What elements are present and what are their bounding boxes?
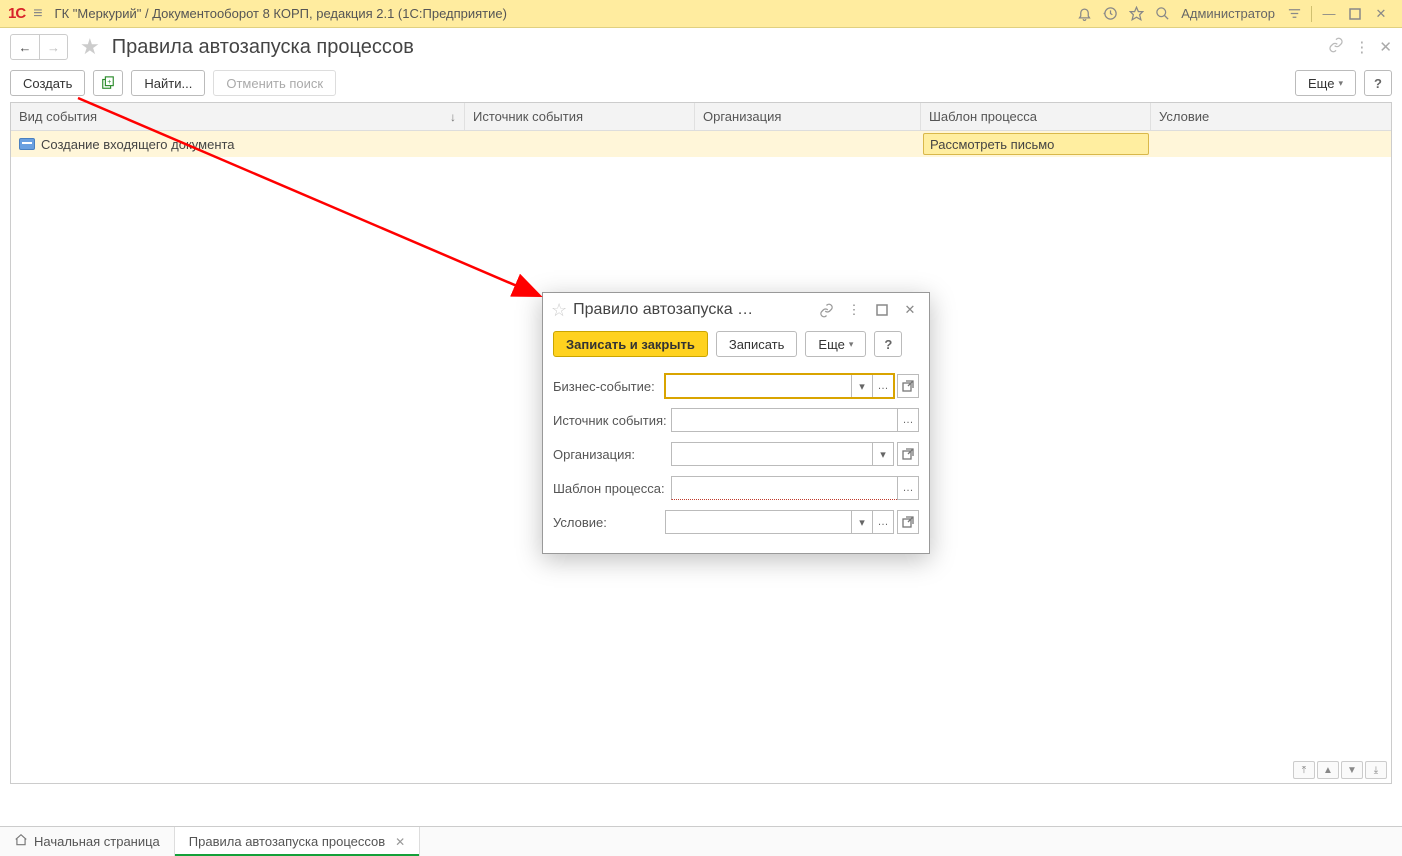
list-toolbar: Создать + Найти... Отменить поиск Еще ? xyxy=(0,64,1402,102)
dropdown-organization-icon[interactable]: ▾ xyxy=(872,442,894,466)
help-button[interactable]: ? xyxy=(1364,70,1392,96)
input-business-event[interactable] xyxy=(665,374,851,398)
page-title: Правила автозапуска процессов xyxy=(112,36,414,59)
col-condition[interactable]: Условие xyxy=(1151,103,1391,130)
nav-forward-button[interactable]: → xyxy=(39,35,67,59)
cell-process-template: Рассмотреть письмо xyxy=(921,131,1151,157)
col-process-template[interactable]: Шаблон процесса xyxy=(921,103,1151,130)
home-icon xyxy=(14,833,28,850)
window-title: ГК "Меркурий" / Документооборот 8 КОРП, … xyxy=(55,6,507,21)
cell-event-type: Создание входящего документа xyxy=(11,131,465,157)
settings-lines-icon[interactable] xyxy=(1283,3,1305,25)
page-header: ← → ★ Правила автозапуска процессов ⋮ ✕ xyxy=(10,34,1392,60)
tab-home[interactable]: Начальная страница xyxy=(0,827,175,856)
table-row[interactable]: Создание входящего документа Рассмотреть… xyxy=(11,131,1391,157)
rule-dialog: ☆ Правило автозапуска … ⋮ ✕ Записать и з… xyxy=(542,292,930,554)
input-condition[interactable] xyxy=(665,510,851,534)
maximize-icon[interactable] xyxy=(1344,3,1366,25)
scroll-up-icon[interactable]: ▲ xyxy=(1317,761,1339,779)
copy-create-button[interactable]: + xyxy=(93,70,123,96)
dialog-title: Правило автозапуска … xyxy=(573,301,753,319)
col-event-type[interactable]: Вид события xyxy=(11,103,465,130)
history-icon[interactable] xyxy=(1099,3,1121,25)
select-event-source-icon[interactable]: … xyxy=(897,408,919,432)
label-process-template: Шаблон процесса: xyxy=(553,481,671,496)
link-icon[interactable] xyxy=(1328,37,1344,57)
cell-organization xyxy=(695,131,921,157)
table-header: Вид события Источник события Организация… xyxy=(11,103,1391,131)
dialog-link-icon[interactable] xyxy=(815,299,837,321)
dialog-toolbar: Записать и закрыть Записать Еще ? xyxy=(543,327,929,365)
save-button[interactable]: Записать xyxy=(716,331,798,357)
tab-home-label: Начальная страница xyxy=(34,834,160,849)
dialog-kebab-icon[interactable]: ⋮ xyxy=(843,299,865,321)
tab-current[interactable]: Правила автозапуска процессов ✕ xyxy=(175,827,420,856)
titlebar: 1С ≡ ГК "Меркурий" / Документооборот 8 К… xyxy=(0,0,1402,28)
open-business-event-icon[interactable] xyxy=(897,374,919,398)
input-process-template[interactable] xyxy=(671,476,897,500)
more-button[interactable]: Еще xyxy=(1295,70,1356,96)
bell-icon[interactable] xyxy=(1073,3,1095,25)
search-icon[interactable] xyxy=(1151,3,1173,25)
table-scroll-controls: ⤒ ▲ ▼ ⤓ xyxy=(1293,761,1387,779)
dialog-maximize-icon[interactable] xyxy=(871,299,893,321)
scroll-down-icon[interactable]: ▼ xyxy=(1341,761,1363,779)
cell-event-source xyxy=(465,131,695,157)
select-business-event-icon[interactable]: … xyxy=(872,374,894,398)
dialog-titlebar: ☆ Правило автозапуска … ⋮ ✕ xyxy=(543,293,929,327)
find-button[interactable]: Найти... xyxy=(131,70,205,96)
dropdown-business-event-icon[interactable]: ▾ xyxy=(851,374,873,398)
open-organization-icon[interactable] xyxy=(897,442,919,466)
row-card-icon xyxy=(19,138,35,150)
save-and-close-button[interactable]: Записать и закрыть xyxy=(553,331,708,357)
cell-condition xyxy=(1151,131,1391,157)
minimize-icon[interactable]: — xyxy=(1318,3,1340,25)
open-condition-icon[interactable] xyxy=(897,510,919,534)
col-event-source[interactable]: Источник события xyxy=(465,103,695,130)
input-organization[interactable] xyxy=(671,442,872,466)
scroll-bottom-icon[interactable]: ⤓ xyxy=(1365,761,1387,779)
dialog-more-button[interactable]: Еще xyxy=(805,331,866,357)
create-button[interactable]: Создать xyxy=(10,70,85,96)
cell-event-type-text: Создание входящего документа xyxy=(41,137,235,152)
close-page-icon[interactable]: ✕ xyxy=(1379,38,1392,56)
tab-close-icon[interactable]: ✕ xyxy=(395,835,405,849)
label-event-source: Источник события: xyxy=(553,413,671,428)
dialog-star-icon[interactable]: ☆ xyxy=(551,300,567,321)
input-event-source[interactable] xyxy=(671,408,897,432)
select-process-template-icon[interactable]: … xyxy=(897,476,919,500)
tab-current-label: Правила автозапуска процессов xyxy=(189,834,385,849)
dialog-body: Бизнес-событие: ▾ … Источник события: … xyxy=(543,365,929,553)
svg-text:+: + xyxy=(108,79,112,86)
dialog-close-icon[interactable]: ✕ xyxy=(899,299,921,321)
label-condition: Условие: xyxy=(553,515,665,530)
col-organization[interactable]: Организация xyxy=(695,103,921,130)
cancel-search-button: Отменить поиск xyxy=(213,70,336,96)
user-label[interactable]: Администратор xyxy=(1181,6,1275,21)
close-window-icon[interactable]: ✕ xyxy=(1370,3,1392,25)
logo-1c: 1С xyxy=(8,5,25,22)
nav-back-button[interactable]: ← xyxy=(11,35,39,59)
dropdown-condition-icon[interactable]: ▾ xyxy=(851,510,873,534)
favorite-page-icon[interactable]: ★ xyxy=(80,34,100,60)
select-condition-icon[interactable]: … xyxy=(872,510,894,534)
label-organization: Организация: xyxy=(553,447,671,462)
dialog-help-button[interactable]: ? xyxy=(874,331,902,357)
kebab-icon[interactable]: ⋮ xyxy=(1354,38,1369,56)
nav-history-box: ← → xyxy=(10,34,68,60)
star-icon[interactable] xyxy=(1125,3,1147,25)
bottom-tab-bar: Начальная страница Правила автозапуска п… xyxy=(0,826,1402,856)
label-business-event: Бизнес-событие: xyxy=(553,379,665,394)
main-menu-icon[interactable]: ≡ xyxy=(33,5,42,23)
scroll-top-icon[interactable]: ⤒ xyxy=(1293,761,1315,779)
